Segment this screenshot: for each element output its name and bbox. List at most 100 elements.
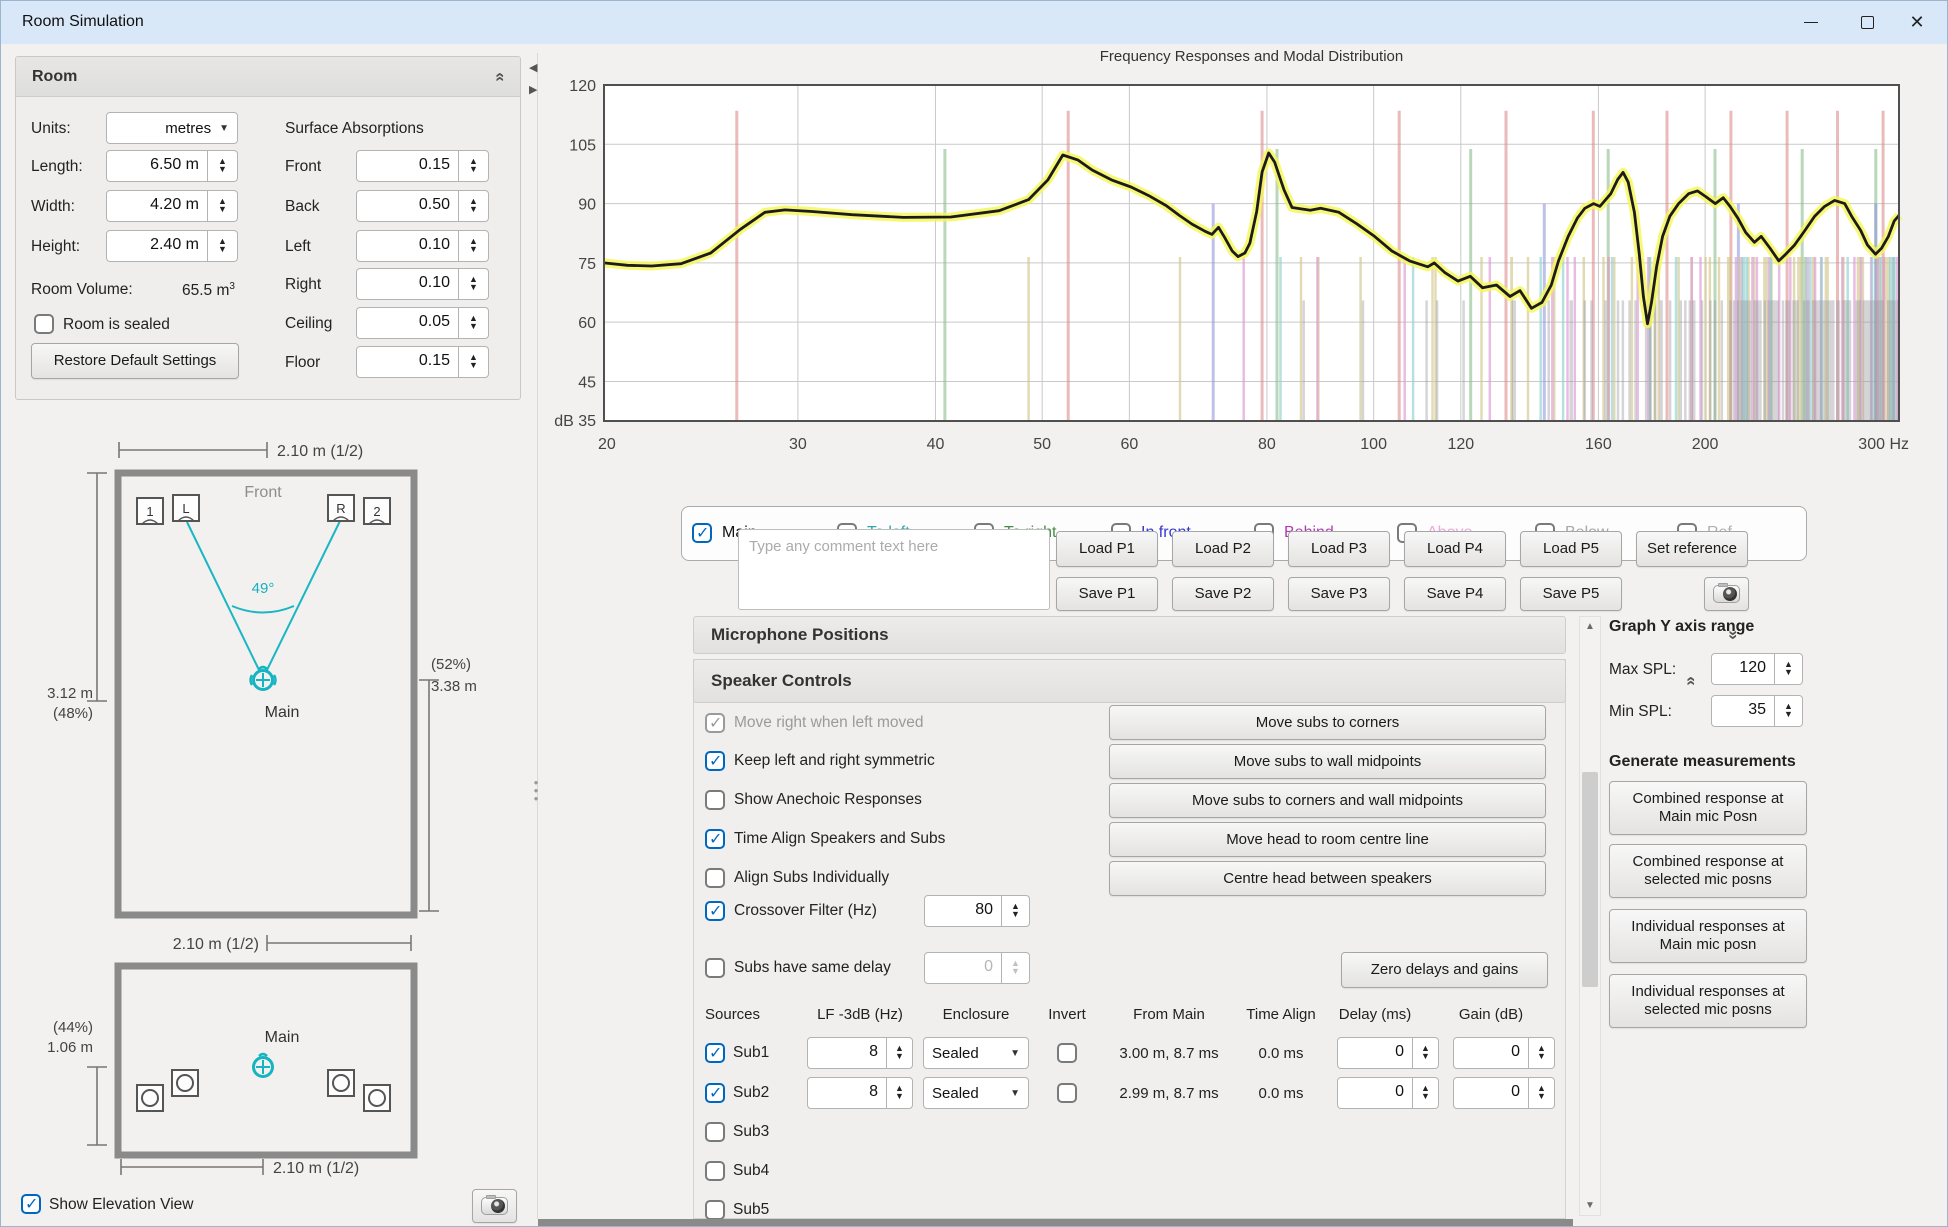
elevation-view-diagram[interactable]: (44%) 1.06 m Main 2.10 m (1/2)	[15, 959, 527, 1187]
sub1-delay-stepper[interactable]: ▲ ▼	[1413, 1037, 1439, 1069]
right-absorption-field[interactable]: 0.10	[356, 268, 459, 300]
combined-response-at-selected-mic-posns-button[interactable]: Combined response at selected mic posns	[1609, 844, 1807, 898]
height-field[interactable]: 2.40 m	[106, 230, 208, 262]
back-absorption-stepper[interactable]: ▲ ▼	[459, 190, 489, 222]
sub2-delay-field[interactable]: 0	[1337, 1077, 1413, 1109]
chart-snapshot-button[interactable]	[1704, 577, 1749, 611]
speaker-2[interactable]: 2	[363, 497, 391, 525]
sub1-lf-field[interactable]: 8	[807, 1037, 887, 1069]
save-p5-button[interactable]: Save P5	[1520, 577, 1622, 611]
load-p5-button[interactable]: Load P5	[1520, 531, 1622, 567]
sub1-enclosure-select[interactable]: Sealed ▼	[923, 1037, 1029, 1069]
collapse-chevron-icon[interactable]: «	[491, 72, 511, 81]
maximize-button[interactable]	[1841, 1, 1893, 44]
restore-defaults-button[interactable]: Restore Default Settings	[31, 343, 239, 379]
save-p4-button[interactable]: Save P4	[1404, 577, 1506, 611]
save-p2-button[interactable]: Save P2	[1172, 577, 1274, 611]
move-subs-to-corners-button[interactable]: Move subs to corners	[1109, 705, 1546, 740]
divider-handle[interactable]: • • •	[532, 776, 540, 819]
sub2-invert-checkbox[interactable]	[1057, 1083, 1077, 1103]
save-p3-button[interactable]: Save P3	[1288, 577, 1390, 611]
sub1-lf-stepper[interactable]: ▲ ▼	[887, 1037, 913, 1069]
comment-input[interactable]: Type any comment text here	[738, 529, 1050, 610]
minimize-button[interactable]	[1785, 1, 1837, 44]
ceiling-absorption-field[interactable]: 0.05	[356, 307, 459, 339]
legend-main-checkbox[interactable]	[692, 523, 712, 543]
combined-response-at-main-mic-posn-button[interactable]: Combined response at Main mic Posn	[1609, 781, 1807, 835]
individual-responses-at-main-mic-posn-button[interactable]: Individual responses at Main mic posn	[1609, 909, 1807, 963]
keep-left-and-right-symmetric-checkbox[interactable]	[705, 751, 725, 771]
scroll-down-icon[interactable]: ▼	[1580, 1200, 1600, 1211]
sub2-lf-stepper[interactable]: ▲ ▼	[887, 1077, 913, 1109]
move-subs-to-corners-and-wall-midpoints-button[interactable]: Move subs to corners and wall midpoints	[1109, 783, 1546, 818]
sub2-delay-stepper[interactable]: ▲ ▼	[1413, 1077, 1439, 1109]
speaker-controls-header[interactable]: Speaker Controls «	[693, 659, 1702, 703]
sub1-invert-checkbox[interactable]	[1057, 1043, 1077, 1063]
room-group-header[interactable]: Room «	[16, 57, 520, 97]
scrollbar-thumb[interactable]	[1582, 772, 1598, 987]
time-align-speakers-and-subs-checkbox[interactable]	[705, 829, 725, 849]
divider-collapse-left-icon[interactable]: ◀	[529, 61, 537, 74]
save-p1-button[interactable]: Save P1	[1056, 577, 1158, 611]
set-reference-button[interactable]: Set reference	[1636, 531, 1748, 567]
speaker-1[interactable]: 1	[136, 497, 164, 525]
min-spl-field[interactable]: 35	[1711, 695, 1775, 727]
sub4-enable-checkbox[interactable]	[705, 1161, 725, 1181]
width-stepper[interactable]: ▲ ▼	[208, 190, 238, 222]
load-p4-button[interactable]: Load P4	[1404, 531, 1506, 567]
length-field[interactable]: 6.50 m	[106, 150, 208, 182]
sub1-gain-stepper[interactable]: ▲ ▼	[1529, 1037, 1555, 1069]
move-right-when-left-moved-checkbox[interactable]	[705, 713, 725, 733]
vertical-scrollbar[interactable]: ▲ ▼	[1579, 616, 1601, 1216]
crossover-filter-hz--field[interactable]: 80	[924, 895, 1002, 927]
plan-view-diagram[interactable]: 2.10 m (1/2) Front 49° 1 L R 2 Main 3.12…	[15, 421, 527, 961]
listener-head-icon[interactable]	[249, 665, 277, 691]
sub1-gain-field[interactable]: 0	[1453, 1037, 1529, 1069]
frequency-response-chart[interactable]: 120 105 90 75 60 45 dB 3520 30 40 50 60 80 100 120 160…	[541, 61, 1941, 481]
front-absorption-field[interactable]: 0.15	[356, 150, 459, 182]
height-stepper[interactable]: ▲ ▼	[208, 230, 238, 262]
left-absorption-stepper[interactable]: ▲ ▼	[459, 230, 489, 262]
sub5-enable-checkbox[interactable]	[705, 1200, 725, 1220]
panel-divider[interactable]	[537, 53, 538, 1219]
sub2-enable-checkbox[interactable]	[705, 1083, 725, 1103]
speaker-left[interactable]: L	[172, 494, 200, 522]
plan-snapshot-button[interactable]	[472, 1189, 517, 1223]
sub2-gain-stepper[interactable]: ▲ ▼	[1529, 1077, 1555, 1109]
align-subs-individually-checkbox[interactable]	[705, 868, 725, 888]
sub1-delay-field[interactable]: 0	[1337, 1037, 1413, 1069]
scroll-up-icon[interactable]: ▲	[1580, 621, 1600, 632]
length-stepper[interactable]: ▲ ▼	[208, 150, 238, 182]
sub2-enclosure-select[interactable]: Sealed ▼	[923, 1077, 1029, 1109]
max-spl-field[interactable]: 120	[1711, 653, 1775, 685]
floor-absorption-field[interactable]: 0.15	[356, 346, 459, 378]
zero-delays-and-gains-button[interactable]: Zero delays and gains	[1341, 952, 1548, 988]
load-p1-button[interactable]: Load P1	[1056, 531, 1158, 567]
load-p3-button[interactable]: Load P3	[1288, 531, 1390, 567]
sub2-gain-field[interactable]: 0	[1453, 1077, 1529, 1109]
room-sealed-checkbox[interactable]	[34, 314, 54, 334]
units-select[interactable]: metres ▼	[106, 112, 238, 144]
crossover-filter-hz--stepper[interactable]: ▲ ▼	[1002, 895, 1030, 927]
right-absorption-stepper[interactable]: ▲ ▼	[459, 268, 489, 300]
show-anechoic-responses-checkbox[interactable]	[705, 790, 725, 810]
front-absorption-stepper[interactable]: ▲ ▼	[459, 150, 489, 182]
microphone-positions-header[interactable]: Microphone Positions »	[693, 616, 1743, 654]
divider-expand-right-icon[interactable]: ▶	[529, 83, 537, 96]
min-spl-stepper[interactable]: ▲ ▼	[1775, 695, 1803, 727]
back-absorption-field[interactable]: 0.50	[356, 190, 459, 222]
left-absorption-field[interactable]: 0.10	[356, 230, 459, 262]
ceiling-absorption-stepper[interactable]: ▲ ▼	[459, 307, 489, 339]
crossover-filter-hz--checkbox[interactable]	[705, 901, 725, 921]
move-head-to-room-centre-line-button[interactable]: Move head to room centre line	[1109, 822, 1546, 857]
centre-head-between-speakers-button[interactable]: Centre head between speakers	[1109, 861, 1546, 896]
width-field[interactable]: 4.20 m	[106, 190, 208, 222]
close-button[interactable]: ✕	[1891, 1, 1943, 44]
subs-have-same-delay-stepper[interactable]: ▲ ▼	[1002, 952, 1030, 984]
max-spl-stepper[interactable]: ▲ ▼	[1775, 653, 1803, 685]
individual-responses-at-selected-mic-posns-button[interactable]: Individual responses at selected mic pos…	[1609, 974, 1807, 1028]
speaker-right[interactable]: R	[327, 494, 355, 522]
floor-absorption-stepper[interactable]: ▲ ▼	[459, 346, 489, 378]
subs-have-same-delay-checkbox[interactable]	[705, 958, 725, 978]
elev-listener-head-icon[interactable]	[252, 1052, 274, 1078]
